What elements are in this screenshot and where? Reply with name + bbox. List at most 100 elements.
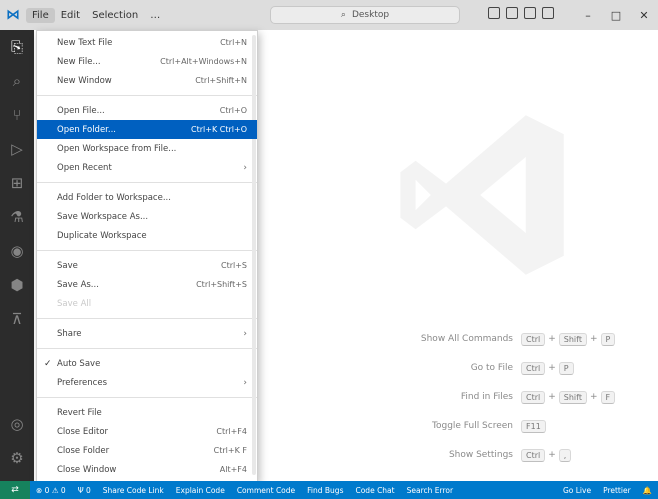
menu-separator bbox=[37, 397, 257, 398]
minimize-button[interactable]: – bbox=[574, 0, 602, 30]
vscode-logo-icon: ⋈ bbox=[6, 7, 20, 23]
menu-item-preferences[interactable]: Preferences › bbox=[37, 373, 257, 392]
menu-item-label: Share bbox=[57, 328, 82, 339]
menu-more[interactable]: … bbox=[144, 8, 166, 23]
menu-item-shortcut: Alt+F4 bbox=[219, 465, 247, 474]
remote-indicator-icon[interactable]: ⇄ bbox=[0, 481, 30, 499]
menu-item-shortcut: Ctrl+Shift+N bbox=[195, 76, 247, 85]
files-icon[interactable]: ⎘ bbox=[0, 30, 34, 64]
search-icon[interactable]: ⌕ bbox=[0, 64, 34, 98]
keycap: Ctrl bbox=[521, 448, 546, 462]
account-icon[interactable]: ◎ bbox=[0, 407, 34, 441]
activity-bar: ⎘ ⌕ ⑂ ▷ ⊞ ⚗ ◉ ⬢ ⊼ ◎ ⚙ bbox=[0, 30, 34, 481]
menu-edit[interactable]: Edit bbox=[55, 8, 86, 23]
docker-icon[interactable]: ⬢ bbox=[0, 268, 34, 302]
find-bugs-status[interactable]: Find Bugs bbox=[301, 486, 349, 495]
shortcut-keys: F11 bbox=[521, 419, 546, 433]
deploy-icon[interactable]: ⊼ bbox=[0, 302, 34, 336]
menu-item-open-recent[interactable]: Open Recent › bbox=[37, 158, 257, 177]
menu-item-shortcut: Ctrl+Shift+S bbox=[196, 280, 247, 289]
menu-item-label: Add Folder to Workspace... bbox=[57, 192, 171, 203]
status-right: Go Live Prettier 🔔 bbox=[557, 486, 658, 495]
menu-item-save-workspace-as[interactable]: Save Workspace As... bbox=[37, 207, 257, 226]
menu-item-label: New Window bbox=[57, 75, 112, 86]
command-center-search[interactable]: ⌕ Desktop bbox=[270, 6, 460, 24]
menu-item-label: Save As... bbox=[57, 279, 99, 290]
go-live-status[interactable]: Go Live bbox=[557, 486, 597, 495]
code-chat-status[interactable]: Code Chat bbox=[349, 486, 400, 495]
testing-icon[interactable]: ⚗ bbox=[0, 200, 34, 234]
ports-status[interactable]: Ψ 0 bbox=[72, 486, 97, 495]
extensions-icon[interactable]: ⊞ bbox=[0, 166, 34, 200]
comment-code-status[interactable]: Comment Code bbox=[231, 486, 301, 495]
menu-item-new-file[interactable]: New File... Ctrl+Alt+Windows+N bbox=[37, 52, 257, 71]
menu-item-label: Save bbox=[57, 260, 78, 271]
manage-icon[interactable]: ⚙ bbox=[0, 441, 34, 475]
menu-file[interactable]: File bbox=[26, 7, 55, 23]
toggle-panel-icon[interactable] bbox=[506, 7, 518, 19]
welcome-shortcuts: Show All Commands Ctrl + Shift + P Go to File C… bbox=[364, 330, 624, 475]
window-controls: – □ ✕ bbox=[574, 0, 658, 30]
menu-item-close-window[interactable]: Close Window Alt+F4 bbox=[37, 460, 257, 479]
menu-item-close-editor[interactable]: Close Editor Ctrl+F4 bbox=[37, 422, 257, 441]
menu-item-label: Save All bbox=[57, 298, 92, 309]
menu-item-label: Open Workspace from File... bbox=[57, 143, 177, 154]
menu-item-open-folder[interactable]: Open Folder... Ctrl+K Ctrl+O bbox=[37, 120, 257, 139]
menu-item-label: Duplicate Workspace bbox=[57, 230, 147, 241]
menu-item-revert-file[interactable]: Revert File bbox=[37, 403, 257, 422]
close-button[interactable]: ✕ bbox=[630, 0, 658, 30]
key-separator: + bbox=[548, 363, 556, 373]
menu-item-label: Close Window bbox=[57, 464, 117, 475]
menu-item-auto-save[interactable]: ✓ Auto Save bbox=[37, 354, 257, 373]
menu-item-new-text-file[interactable]: New Text File Ctrl+N bbox=[37, 33, 257, 52]
menu-item-label: Open Folder... bbox=[57, 124, 116, 135]
keycap: Shift bbox=[558, 390, 587, 404]
menu-item-label: Auto Save bbox=[57, 358, 101, 369]
menu-item-shortcut: Ctrl+K Ctrl+O bbox=[191, 125, 247, 134]
status-bar: ⇄ ⊗ 0 ⚠ 0 Ψ 0 Share Code Link Explain Co… bbox=[0, 481, 658, 499]
notifications-bell-icon[interactable]: 🔔 bbox=[637, 486, 658, 495]
key-separator: + bbox=[548, 450, 556, 460]
chevron-right-icon: › bbox=[243, 162, 247, 173]
menu-item-shortcut: Ctrl+N bbox=[220, 38, 247, 47]
maximize-button[interactable]: □ bbox=[602, 0, 630, 30]
run-debug-icon[interactable]: ▷ bbox=[0, 132, 34, 166]
menu-item-open-file[interactable]: Open File... Ctrl+O bbox=[37, 101, 257, 120]
menu-item-share[interactable]: Share › bbox=[37, 324, 257, 343]
menu-item-save-as[interactable]: Save As... Ctrl+Shift+S bbox=[37, 275, 257, 294]
source-control-icon[interactable]: ⑂ bbox=[0, 98, 34, 132]
checkmark-icon: ✓ bbox=[44, 358, 52, 369]
menu-item-label: Close Folder bbox=[57, 445, 110, 456]
keycap: Ctrl bbox=[521, 390, 546, 404]
vscode-watermark-icon bbox=[400, 115, 564, 275]
shortcut-keys: Ctrl + Shift + P bbox=[521, 332, 616, 346]
menu-item-new-window[interactable]: New Window Ctrl+Shift+N bbox=[37, 71, 257, 90]
menu-item-add-folder-to-workspace[interactable]: Add Folder to Workspace... bbox=[37, 188, 257, 207]
menu-item-shortcut: Ctrl+S bbox=[220, 261, 247, 270]
problems-status[interactable]: ⊗ 0 ⚠ 0 bbox=[30, 486, 72, 495]
menu-item-label: Revert File bbox=[57, 407, 102, 418]
share-code-link-status[interactable]: Share Code Link bbox=[97, 486, 170, 495]
menu-item-duplicate-workspace[interactable]: Duplicate Workspace bbox=[37, 226, 257, 245]
menu-item-shortcut: Ctrl+F4 bbox=[216, 427, 247, 436]
menu-item-label: New Text File bbox=[57, 37, 113, 48]
menu-item-label: Preferences bbox=[57, 377, 107, 388]
keycap: Ctrl bbox=[521, 361, 546, 375]
menu-item-save[interactable]: Save Ctrl+S bbox=[37, 256, 257, 275]
menu-item-close-folder[interactable]: Close Folder Ctrl+K F bbox=[37, 441, 257, 460]
prettier-status[interactable]: Prettier bbox=[597, 486, 637, 495]
customize-layout-icon[interactable] bbox=[542, 7, 554, 19]
keycap: F11 bbox=[521, 419, 546, 433]
menu-item-save-all[interactable]: Save All bbox=[37, 294, 257, 313]
menu-item-shortcut: Ctrl+Alt+Windows+N bbox=[160, 57, 247, 66]
menu-separator bbox=[37, 95, 257, 96]
search-error-status[interactable]: Search Error bbox=[401, 486, 459, 495]
shortcut-keys: Ctrl + Shift + F bbox=[521, 390, 616, 404]
explain-code-status[interactable]: Explain Code bbox=[170, 486, 231, 495]
menu-selection[interactable]: Selection bbox=[86, 8, 144, 23]
toggle-secondary-sidebar-icon[interactable] bbox=[524, 7, 536, 19]
remote-explorer-icon[interactable]: ◉ bbox=[0, 234, 34, 268]
shortcut-label: Show All Commands bbox=[420, 334, 513, 344]
menu-item-open-workspace-from-file[interactable]: Open Workspace from File... bbox=[37, 139, 257, 158]
toggle-primary-sidebar-icon[interactable] bbox=[488, 7, 500, 19]
